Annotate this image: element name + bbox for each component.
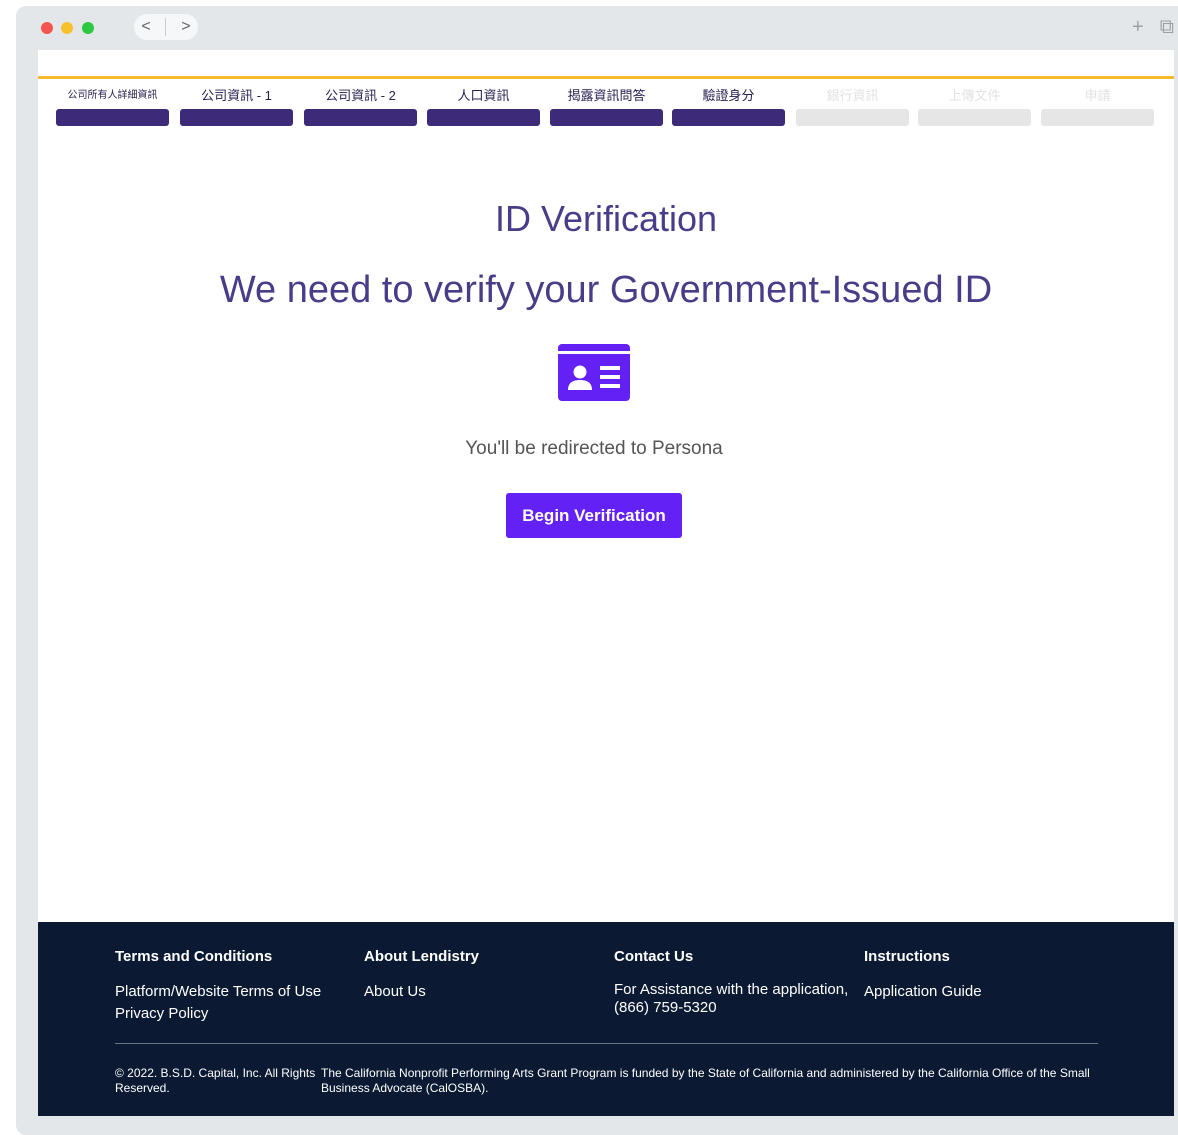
step-bar	[550, 109, 663, 126]
begin-verification-button[interactable]: Begin Verification	[506, 493, 682, 538]
step-bar	[1041, 109, 1154, 126]
window-icon[interactable]: ⧉	[1160, 16, 1174, 39]
step-company-info-2[interactable]: 公司資訊 - 2	[304, 88, 417, 128]
step-bar	[672, 109, 785, 126]
step-bar	[918, 109, 1031, 126]
footer-contact-column: Contact Us For Assistance with the appli…	[614, 948, 848, 1017]
step-bar	[56, 109, 169, 126]
maximize-window-button[interactable]	[82, 22, 94, 34]
history-nav: < >	[134, 14, 198, 40]
step-owner-details[interactable]: 公司所有人詳細資訊	[56, 88, 169, 128]
step-label: 公司所有人詳細資訊	[67, 90, 158, 101]
window-controls: + ⧉	[1132, 16, 1174, 39]
title-bar: < > + ⧉	[16, 6, 1178, 50]
page-title: ID Verification	[494, 198, 718, 239]
terms-of-use-link[interactable]: Platform/Website Terms of Use	[115, 981, 321, 1003]
step-label: 銀行資訊	[826, 88, 879, 103]
step-bar	[427, 109, 540, 126]
step-company-info-1[interactable]: 公司資訊 - 1	[180, 88, 293, 128]
step-label: 驗證身分	[702, 88, 755, 103]
step-disclosures[interactable]: 揭露資訊問答	[550, 88, 663, 128]
about-us-link[interactable]: About Us	[364, 981, 479, 1003]
footer-heading: Contact Us	[614, 948, 694, 965]
step-label: 人口資訊	[457, 88, 510, 103]
close-window-button[interactable]	[41, 22, 53, 34]
footer: Terms and Conditions Platform/Website Te…	[38, 922, 1174, 1116]
application-guide-link[interactable]: Application Guide	[864, 981, 982, 1003]
privacy-policy-link[interactable]: Privacy Policy	[115, 1003, 321, 1025]
step-label: 公司資訊 - 2	[325, 88, 396, 103]
step-bank-info: 銀行資訊	[796, 88, 909, 128]
copyright-text: © 2022. B.S.D. Capital, Inc. All Rights …	[115, 1066, 316, 1095]
step-bar	[796, 109, 909, 126]
page-subtitle: We need to verify your Government-Issued…	[219, 269, 993, 311]
id-card-icon	[558, 344, 630, 401]
footer-divider	[115, 1043, 1098, 1044]
step-label: 揭露資訊問答	[567, 88, 646, 103]
forward-icon[interactable]: >	[181, 18, 190, 36]
step-apply: 申請	[1041, 88, 1154, 128]
contact-text: For Assistance with the application,	[614, 981, 849, 998]
top-accent-border	[38, 76, 1174, 79]
step-demographics[interactable]: 人口資訊	[427, 88, 540, 128]
footer-heading: Instructions	[864, 948, 950, 965]
contact-phone[interactable]: (866) 759-5320	[614, 999, 848, 1017]
step-bar	[180, 109, 293, 126]
footer-heading: Terms and Conditions	[115, 948, 273, 965]
footer-terms-column: Terms and Conditions Platform/Website Te…	[115, 948, 321, 1025]
nav-divider	[165, 18, 167, 36]
minimize-window-button[interactable]	[61, 22, 73, 34]
redirect-notice: You'll be redirected to Persona	[465, 438, 723, 459]
footer-heading: About Lendistry	[364, 948, 479, 965]
step-upload-documents: 上傳文件	[918, 88, 1031, 128]
back-icon[interactable]: <	[141, 18, 150, 36]
new-tab-icon[interactable]: +	[1132, 16, 1144, 39]
step-bar	[304, 109, 417, 126]
step-verify-identity[interactable]: 驗證身分	[672, 88, 785, 128]
page-content: 公司所有人詳細資訊 公司資訊 - 1 公司資訊 - 2 人口資訊 揭露資訊問答 …	[38, 50, 1174, 1116]
footer-instructions-column: Instructions Application Guide	[864, 948, 982, 1003]
progress-steps: 公司所有人詳細資訊 公司資訊 - 1 公司資訊 - 2 人口資訊 揭露資訊問答 …	[56, 88, 1156, 128]
program-funding-text: The California Nonprofit Performing Arts…	[321, 1066, 1090, 1095]
step-label: 公司資訊 - 1	[201, 88, 272, 103]
step-label: 上傳文件	[948, 88, 1001, 103]
step-label: 申請	[1084, 88, 1111, 103]
footer-about-column: About Lendistry About Us	[364, 948, 479, 1003]
